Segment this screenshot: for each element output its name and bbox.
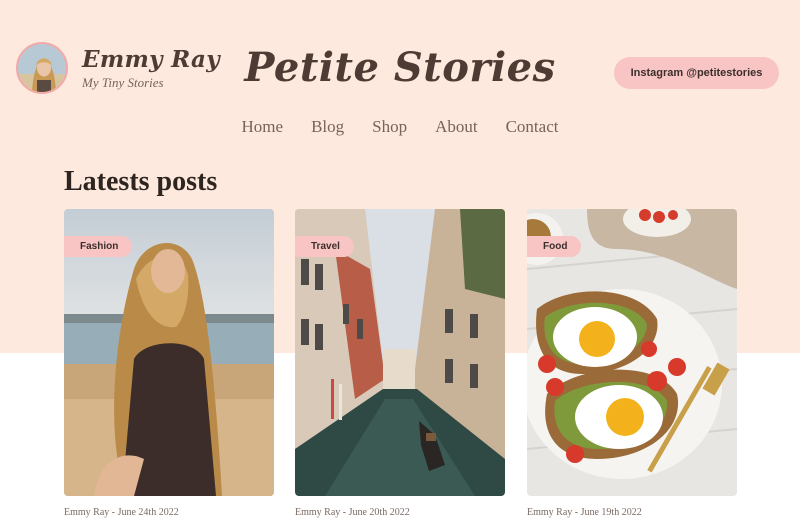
post-card-fashion[interactable]: Fashion Emmy Ray - June 24th 2022	[64, 209, 274, 518]
category-tag[interactable]: Fashion	[64, 236, 133, 257]
category-tag[interactable]: Travel	[295, 236, 354, 257]
category-tag[interactable]: Food	[527, 236, 582, 257]
nav-item-shop[interactable]: Shop	[372, 117, 407, 137]
post-meta: Emmy Ray - June 24th 2022	[64, 507, 179, 518]
section-title: Latests posts	[64, 166, 218, 197]
post-image-beach-portrait[interactable]: Fashion	[64, 209, 274, 496]
post-image-venice-canal[interactable]: Travel	[295, 209, 505, 496]
nav-item-contact[interactable]: Contact	[506, 117, 559, 137]
post-card-food[interactable]: Food Emmy Ray - June 19th 2022	[527, 209, 737, 518]
post-card-travel[interactable]: Travel Emmy Ray - June 20th 2022	[295, 209, 505, 518]
main-nav: Home Blog Shop About Contact	[0, 117, 800, 137]
nav-item-home[interactable]: Home	[242, 117, 284, 137]
post-meta: Emmy Ray - June 19th 2022	[527, 507, 642, 518]
instagram-button[interactable]: Instagram @petitestories	[614, 57, 779, 89]
post-image-avocado-egg-toast[interactable]: Food	[527, 209, 737, 496]
post-meta: Emmy Ray - June 20th 2022	[295, 507, 410, 518]
nav-item-about[interactable]: About	[435, 117, 478, 137]
nav-item-blog[interactable]: Blog	[311, 117, 344, 137]
